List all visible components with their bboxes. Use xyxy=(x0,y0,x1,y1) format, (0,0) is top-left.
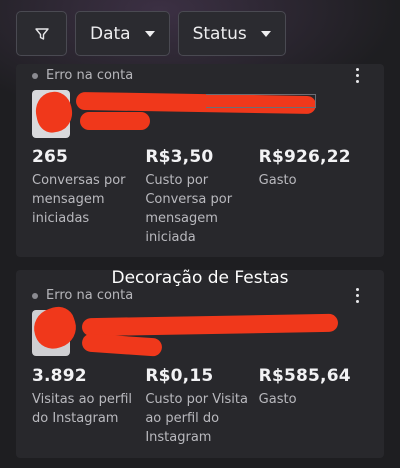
account-status: Erro na conta xyxy=(32,68,133,83)
data-dropdown[interactable]: Data xyxy=(75,11,170,56)
metric: 3.892 Visitas ao perfil do Instagram xyxy=(32,366,145,447)
account-status: Erro na conta xyxy=(32,288,133,303)
metric-label: Custo por Visita ao perfil do Instagram xyxy=(145,392,248,445)
data-dropdown-label: Data xyxy=(90,23,131,44)
redaction-mark xyxy=(81,333,163,357)
metrics-row: 265 Conversas por mensagem iniciadas R$3… xyxy=(32,147,372,247)
status-dot-icon xyxy=(32,72,38,79)
metric: 265 Conversas por mensagem iniciadas xyxy=(32,147,145,247)
redaction-mark xyxy=(81,313,339,337)
campaign-card[interactable]: Erro na conta 265 Conversas por mensagem… xyxy=(16,64,384,257)
metric-value: R$926,22 xyxy=(258,147,351,167)
metrics-row: 3.892 Visitas ao perfil do Instagram R$0… xyxy=(32,366,372,447)
metric-value: R$585,64 xyxy=(258,366,351,386)
campaign-card[interactable]: Erro na conta 3.892 Visitas ao perfil do… xyxy=(16,270,384,458)
metric-label: Conversas por mensagem iniciadas xyxy=(32,173,126,226)
redaction-mark xyxy=(80,112,150,130)
metric: R$0,15 Custo por Visita ao perfil do Ins… xyxy=(145,366,258,447)
metric: R$926,22 Gasto xyxy=(259,147,372,247)
metric: R$585,64 Gasto xyxy=(259,366,372,447)
metric-value: R$0,15 xyxy=(145,366,214,386)
more-options-icon[interactable] xyxy=(356,288,360,303)
metric-label: Gasto xyxy=(258,392,297,407)
status-text: Erro na conta xyxy=(46,288,134,303)
chevron-down-icon xyxy=(144,30,155,37)
status-dot-icon xyxy=(32,292,38,299)
status-dropdown-label: Status xyxy=(192,23,247,44)
faint-text xyxy=(206,94,316,108)
metric-label: Visitas ao perfil do Instagram xyxy=(32,392,133,426)
filter-bar: Data Status xyxy=(16,11,286,56)
metric-value: 265 xyxy=(32,147,69,167)
filter-button[interactable] xyxy=(16,11,67,56)
filter-icon xyxy=(34,27,49,40)
metric-label: Gasto xyxy=(258,173,297,188)
status-text: Erro na conta xyxy=(46,68,134,83)
chevron-down-icon xyxy=(260,30,271,37)
metric-value: 3.892 xyxy=(32,366,87,386)
status-dropdown[interactable]: Status xyxy=(177,11,286,56)
metric-value: R$3,50 xyxy=(145,147,214,167)
metric-label: Custo por Conversa por mensagem iniciada xyxy=(145,173,233,245)
overlay-caption: Decoração de Festas xyxy=(111,268,289,288)
more-options-icon[interactable] xyxy=(356,68,360,83)
metric: R$3,50 Custo por Conversa por mensagem i… xyxy=(145,147,258,247)
